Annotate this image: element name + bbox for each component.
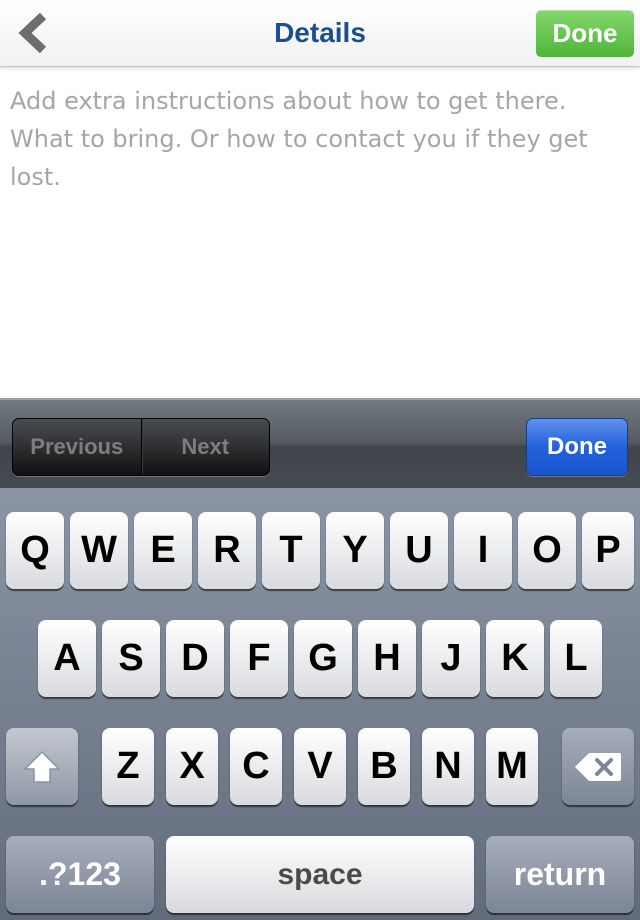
done-button[interactable]: Done — [536, 10, 634, 57]
key-h[interactable]: H — [358, 620, 416, 697]
key-f[interactable]: F — [230, 620, 288, 697]
keyboard-accessory-bar: Previous Next Done — [0, 398, 640, 490]
key-u[interactable]: U — [390, 512, 448, 589]
key-x[interactable]: X — [166, 728, 218, 805]
previous-button[interactable]: Previous — [13, 419, 141, 475]
return-key[interactable]: return — [486, 836, 634, 913]
key-a[interactable]: A — [38, 620, 96, 697]
key-q[interactable]: Q — [6, 512, 64, 589]
space-key[interactable]: space — [166, 836, 474, 913]
next-button[interactable]: Next — [140, 419, 270, 475]
key-s[interactable]: S — [102, 620, 160, 697]
key-r[interactable]: R — [198, 512, 256, 589]
key-t[interactable]: T — [262, 512, 320, 589]
key-y[interactable]: Y — [326, 512, 384, 589]
key-d[interactable]: D — [166, 620, 224, 697]
key-k[interactable]: K — [486, 620, 544, 697]
backspace-icon — [575, 752, 621, 781]
key-c[interactable]: C — [230, 728, 282, 805]
key-m[interactable]: M — [486, 728, 538, 805]
key-w[interactable]: W — [70, 512, 128, 589]
details-section — [0, 68, 640, 398]
back-button[interactable] — [10, 8, 58, 58]
key-l[interactable]: L — [550, 620, 602, 697]
key-o[interactable]: O — [518, 512, 576, 589]
numbers-key[interactable]: .?123 — [6, 836, 154, 913]
delete-key[interactable] — [562, 728, 634, 805]
key-b[interactable]: B — [358, 728, 410, 805]
keyboard-done-button[interactable]: Done — [526, 418, 628, 476]
navigation-bar: Details Done — [0, 0, 640, 67]
previous-next-control: Previous Next — [12, 418, 270, 476]
key-e[interactable]: E — [134, 512, 192, 589]
shift-key[interactable] — [6, 728, 78, 805]
key-i[interactable]: I — [454, 512, 512, 589]
key-v[interactable]: V — [294, 728, 346, 805]
shift-arrow-icon — [24, 750, 60, 783]
details-textarea[interactable] — [10, 82, 630, 382]
key-n[interactable]: N — [422, 728, 474, 805]
on-screen-keyboard: Q W E R T Y U I O P A S D F G H J K L Z … — [0, 488, 640, 920]
key-j[interactable]: J — [422, 620, 480, 697]
key-p[interactable]: P — [582, 512, 634, 589]
key-z[interactable]: Z — [102, 728, 154, 805]
chevron-left-icon — [18, 12, 47, 54]
key-g[interactable]: G — [294, 620, 352, 697]
